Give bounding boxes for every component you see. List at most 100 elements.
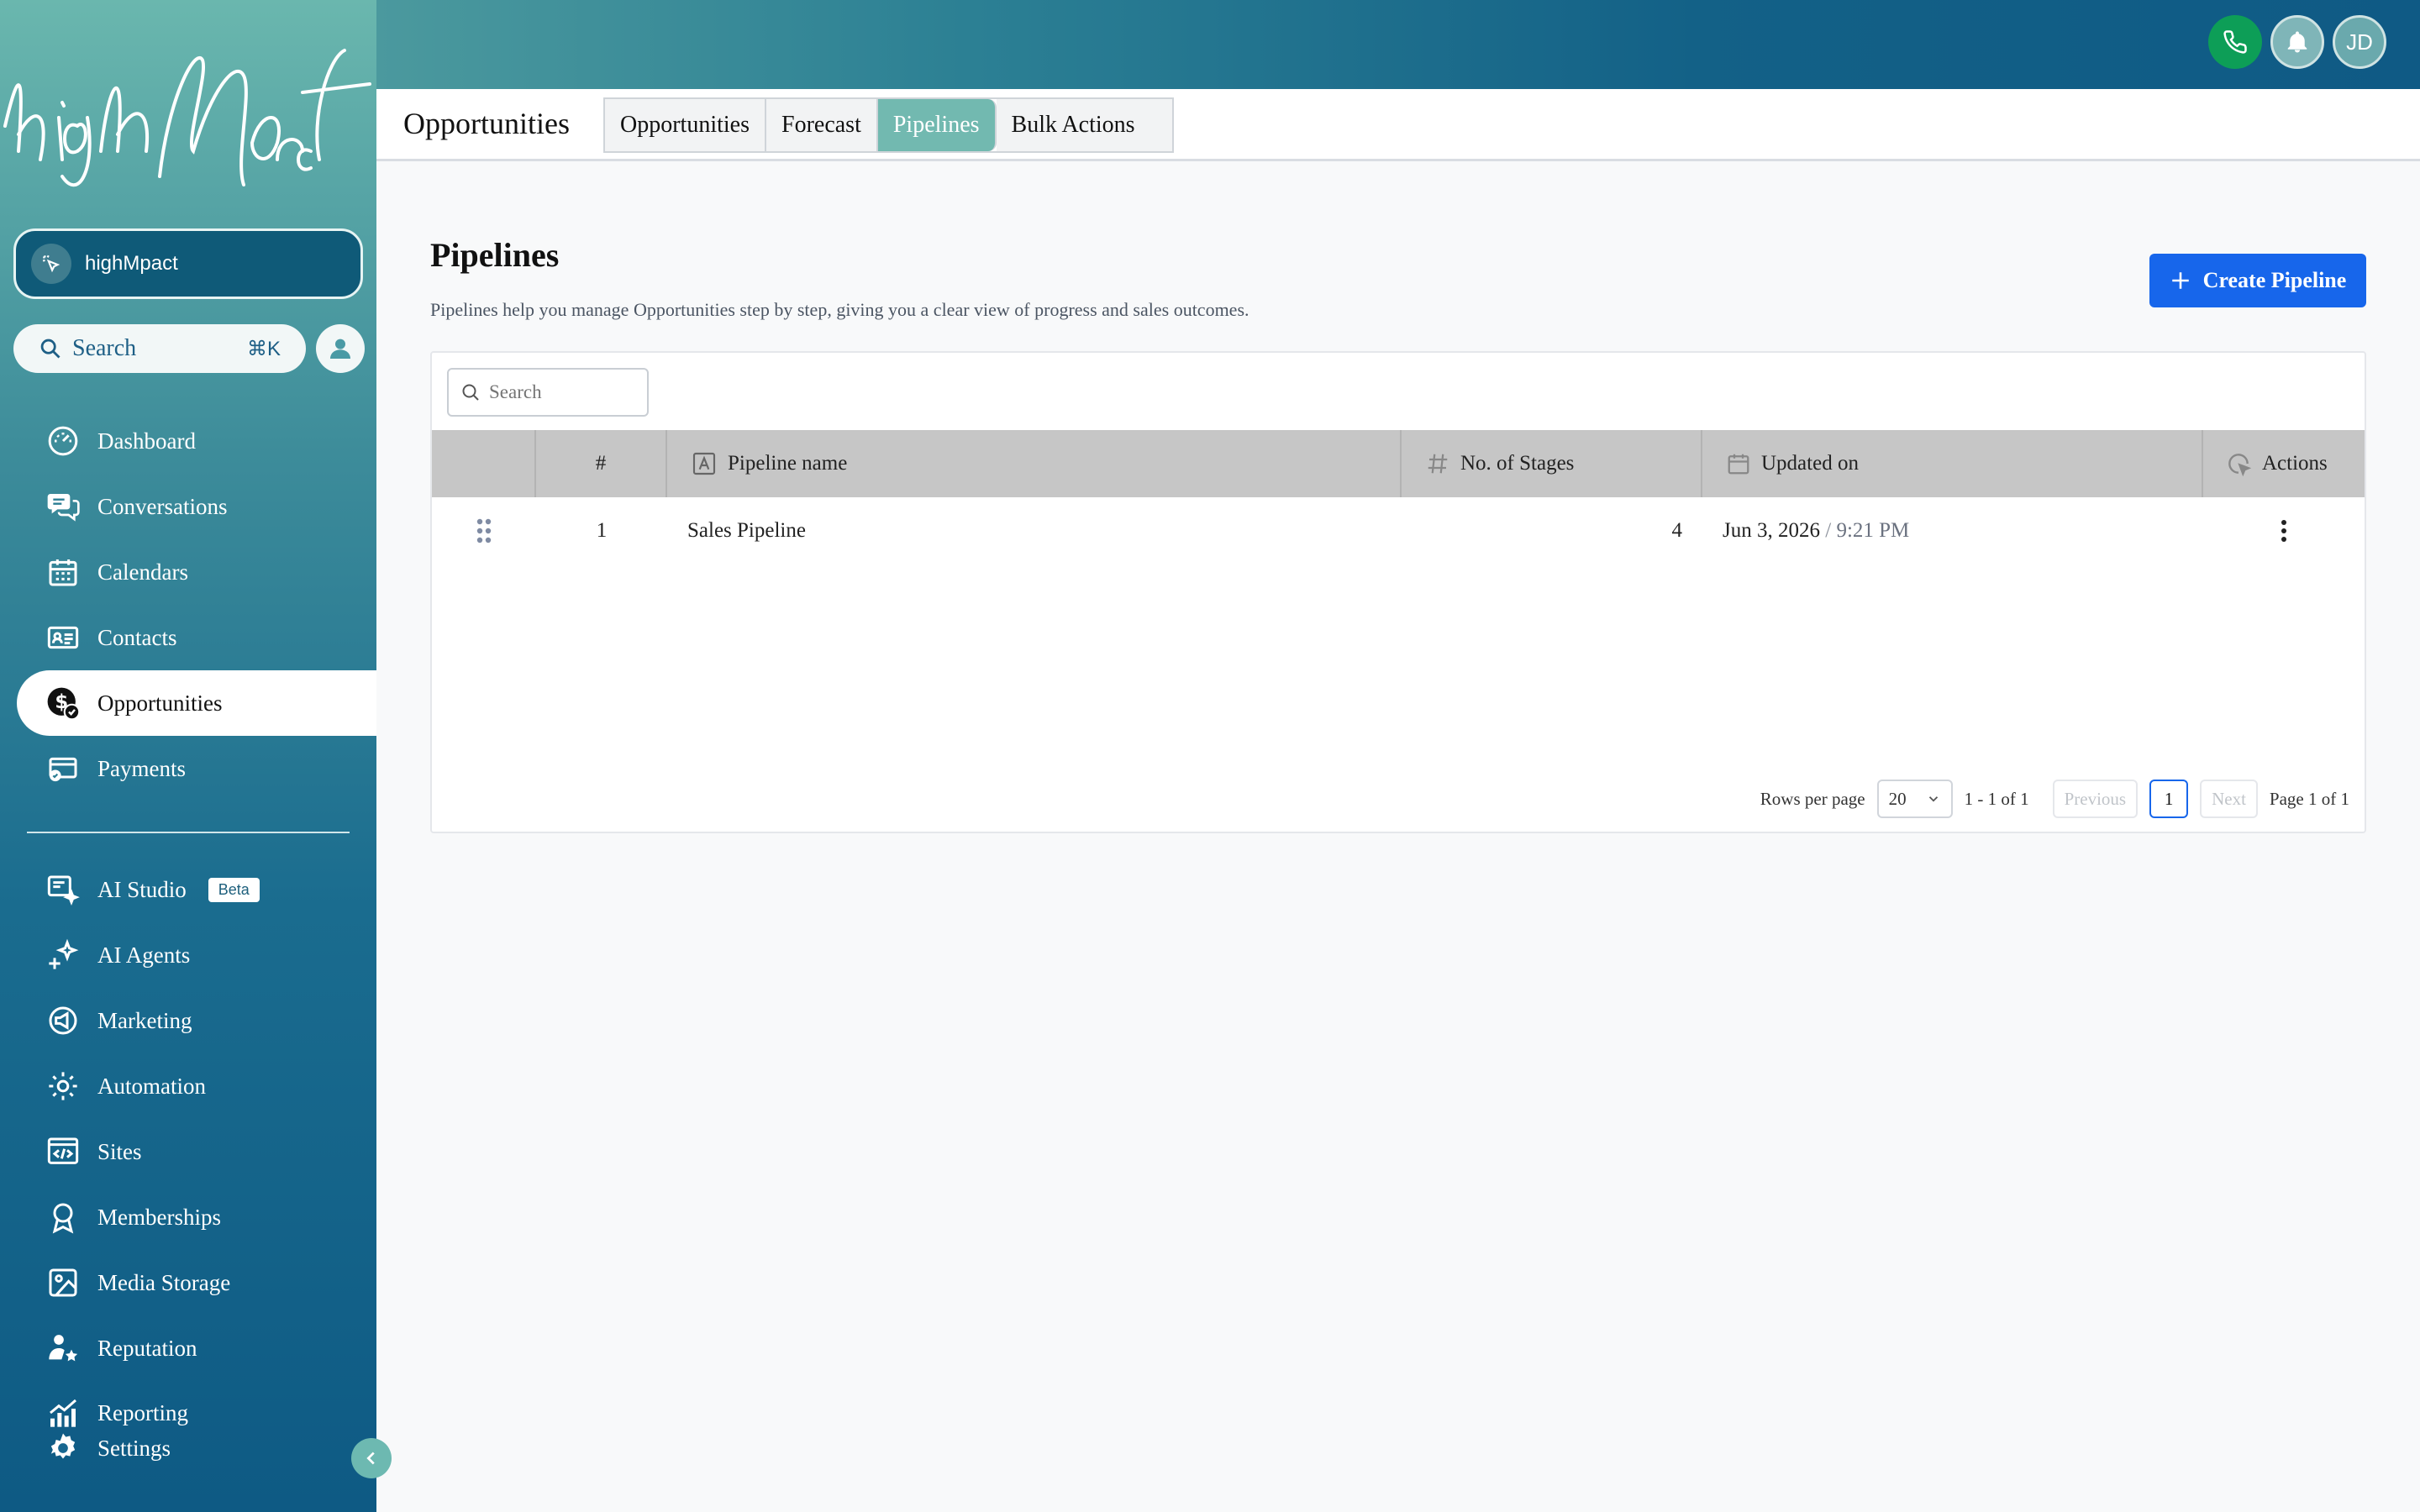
table-search[interactable] — [447, 368, 649, 417]
phone-icon — [2223, 30, 2247, 54]
sidebar-item-conversations[interactable]: Conversations — [0, 474, 376, 539]
sidebar-item-label: Media Storage — [97, 1269, 231, 1295]
more-vertical-icon — [2281, 520, 2286, 542]
sidebar-item-label: Automation — [97, 1073, 206, 1099]
sidebar-item-label: Settings — [97, 1435, 171, 1461]
tab-opportunities[interactable]: Opportunities — [605, 99, 766, 151]
search-icon — [40, 339, 60, 359]
sidebar-item-reputation[interactable]: Reputation — [0, 1315, 376, 1381]
image-icon — [45, 1265, 81, 1300]
sidebar-item-label: Sites — [97, 1138, 142, 1164]
cursor-click-icon — [2228, 454, 2252, 477]
payment-card-icon — [45, 751, 81, 786]
drag-handle-icon — [476, 518, 492, 543]
column-header-index[interactable]: # — [536, 430, 667, 497]
sidebar-search-button[interactable]: Search ⌘K — [13, 324, 306, 373]
drag-column-header — [432, 430, 536, 497]
user-icon — [330, 339, 350, 359]
row-actions-button[interactable] — [2203, 497, 2365, 564]
stage-count: 4 — [1671, 519, 1683, 542]
sidebar-item-calendars[interactable]: Calendars — [0, 539, 376, 605]
notifications-button[interactable] — [2270, 15, 2324, 69]
next-page-button[interactable]: Next — [2200, 780, 2258, 818]
sidebar-item-opportunities[interactable]: $ Opportunities — [17, 670, 376, 736]
primary-nav: Dashboard Conversations Calendars Contac… — [0, 408, 376, 801]
create-pipeline-label: Create Pipeline — [2202, 268, 2347, 292]
award-icon — [45, 1200, 81, 1235]
table-row[interactable]: 1 Sales Pipeline 4 Jun 3, 2026 / 9:21 PM — [432, 497, 2365, 564]
sidebar-item-label: Calendars — [97, 559, 188, 585]
sidebar-item-contacts[interactable]: Contacts — [0, 605, 376, 670]
sidebar-item-dashboard[interactable]: Dashboard — [0, 408, 376, 474]
updated-date: Jun 3, 2026 — [1723, 519, 1820, 542]
calendar-icon — [45, 554, 81, 590]
sidebar-search-label: Search — [72, 335, 137, 361]
sidebar-item-label: Payments — [97, 755, 186, 781]
chart-icon — [45, 1395, 81, 1431]
tab-bulk-actions[interactable]: Bulk Actions — [996, 99, 1172, 151]
header-actions: JD — [2208, 15, 2386, 69]
tab-forecast[interactable]: Forecast — [766, 99, 878, 151]
sidebar-item-media-storage[interactable]: Media Storage — [0, 1250, 376, 1315]
column-header-pipeline-name[interactable]: Pipeline name — [667, 430, 1402, 497]
search-shortcut: ⌘K — [246, 337, 281, 360]
sidebar-item-ai-studio[interactable]: AI Studio Beta — [0, 857, 376, 922]
code-window-icon — [45, 1134, 81, 1169]
phone-button[interactable] — [2208, 15, 2262, 69]
sidebar-item-memberships[interactable]: Memberships — [0, 1184, 376, 1250]
text-field-icon — [692, 452, 716, 475]
pipeline-name[interactable]: Sales Pipeline — [667, 497, 1402, 564]
sidebar-item-automation[interactable]: Automation — [0, 1053, 376, 1119]
rows-per-page-select[interactable]: 20 — [1876, 780, 1953, 818]
sidebar-item-label: Opportunities — [97, 690, 223, 716]
account-switcher[interactable]: highMpact — [13, 228, 363, 299]
pagination: Rows per page 20 1 - 1 of 1 Previous 1 N… — [1760, 780, 2349, 818]
sparkle-icon — [45, 937, 81, 973]
profile-button[interactable] — [316, 324, 365, 373]
pagination-range: 1 - 1 of 1 — [1964, 788, 2029, 809]
sidebar-item-settings[interactable]: Settings — [0, 1431, 376, 1465]
avatar-initials: JD — [2346, 29, 2373, 55]
column-header-updated-on[interactable]: Updated on — [1702, 430, 2203, 497]
dashboard-icon — [45, 423, 81, 459]
date-time-separator: / — [1819, 519, 1837, 542]
sidebar-item-label: Marketing — [97, 1007, 192, 1033]
collapse-sidebar-button[interactable] — [351, 1438, 392, 1478]
user-avatar[interactable]: JD — [2333, 15, 2386, 69]
sidebar-item-payments[interactable]: Payments — [0, 736, 376, 801]
bell-icon — [2287, 31, 2307, 53]
rows-per-page-value: 20 — [1888, 788, 1907, 809]
sidebar-item-label: AI Agents — [97, 942, 191, 968]
pointer-click-icon — [31, 244, 71, 284]
star-user-icon — [45, 1331, 81, 1366]
sidebar-item-label: Memberships — [97, 1204, 221, 1230]
chevron-down-icon — [1928, 796, 1938, 802]
sidebar-item-label: Conversations — [97, 493, 228, 519]
drag-handle[interactable] — [432, 497, 536, 564]
chat-icon — [45, 489, 81, 524]
sidebar-item-label: Dashboard — [97, 428, 196, 454]
page-number-button[interactable]: 1 — [2149, 780, 2189, 818]
megaphone-icon — [45, 1003, 81, 1038]
sidebar-divider — [27, 832, 350, 833]
sidebar-item-sites[interactable]: Sites — [0, 1119, 376, 1184]
sidebar: highMpact Search ⌘K Dashboard Conversati… — [0, 0, 392, 1512]
dollar-icon: $ — [45, 685, 81, 721]
ai-studio-icon — [45, 872, 81, 907]
tab-pipelines[interactable]: Pipelines — [877, 99, 997, 151]
hash-icon — [1428, 454, 1448, 474]
column-header-stages[interactable]: No. of Stages — [1402, 430, 1702, 497]
table-search-input[interactable] — [489, 381, 640, 403]
rows-per-page-label: Rows per page — [1760, 788, 1865, 809]
module-tabs: Opportunities Forecast Pipelines Bulk Ac… — [603, 97, 1174, 153]
chevron-left-icon — [366, 1452, 375, 1465]
sidebar-item-ai-agents[interactable]: AI Agents — [0, 922, 376, 988]
sidebar-item-label: Reputation — [97, 1335, 197, 1361]
account-name: highMpact — [85, 252, 178, 275]
gear-cycle-icon — [45, 1068, 81, 1104]
sidebar-item-label: Contacts — [97, 624, 177, 650]
column-header-actions[interactable]: Actions — [2203, 430, 2365, 497]
previous-page-button[interactable]: Previous — [2052, 780, 2139, 818]
create-pipeline-button[interactable]: Create Pipeline — [2149, 254, 2366, 307]
sidebar-item-marketing[interactable]: Marketing — [0, 988, 376, 1053]
